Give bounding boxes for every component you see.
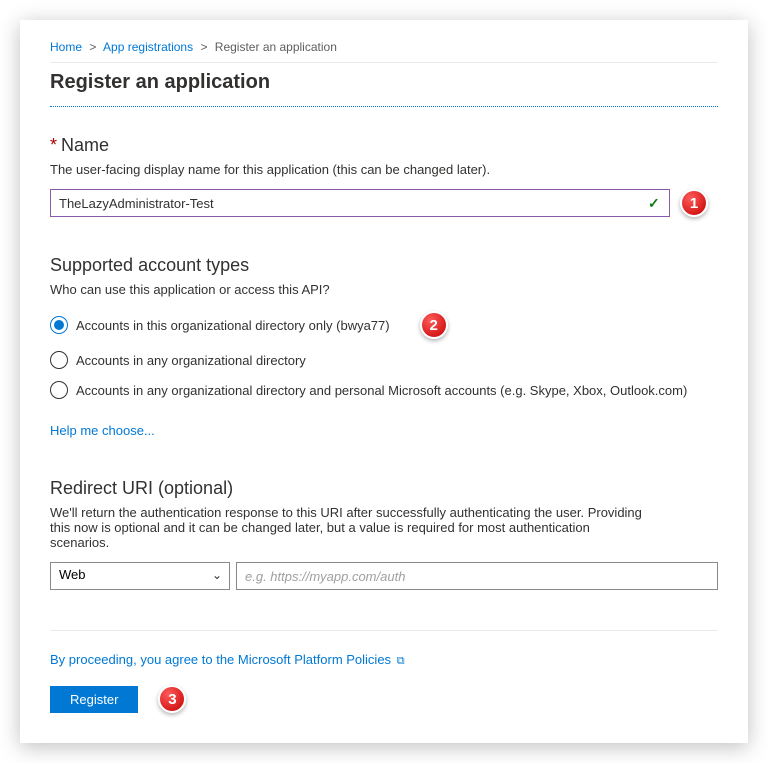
account-types-title: Supported account types — [50, 255, 718, 276]
external-link-icon: ⧉ — [397, 655, 405, 667]
breadcrumb: Home > App registrations > Register an a… — [50, 40, 718, 62]
breadcrumb-current: Register an application — [215, 40, 337, 54]
redirect-uri-section: Redirect URI (optional) We'll return the… — [50, 478, 718, 590]
callout-badge-1: 1 — [680, 189, 708, 217]
radio-icon — [50, 351, 68, 369]
divider — [50, 106, 718, 107]
page-container: Home > App registrations > Register an a… — [20, 20, 748, 743]
chevron-right-icon: > — [89, 40, 96, 54]
callout-badge-2: 2 — [420, 311, 448, 339]
breadcrumb-home[interactable]: Home — [50, 40, 82, 54]
required-star-icon: * — [50, 135, 57, 155]
name-section: *Name The user-facing display name for t… — [50, 135, 718, 217]
radio-icon — [50, 381, 68, 399]
redirect-uri-title: Redirect URI (optional) — [50, 478, 718, 499]
redirect-type-select[interactable]: Web — [50, 562, 230, 590]
radio-option-any-org[interactable]: Accounts in any organizational directory — [50, 351, 718, 369]
radio-label: Accounts in any organizational directory — [76, 353, 306, 368]
chevron-right-icon: > — [200, 40, 207, 54]
radio-option-org-only[interactable]: Accounts in this organizational director… — [50, 311, 718, 339]
platform-policies-link[interactable]: By proceeding, you agree to the Microsof… — [50, 652, 405, 667]
name-helper: The user-facing display name for this ap… — [50, 162, 718, 177]
redirect-uri-helper: We'll return the authentication response… — [50, 505, 650, 550]
help-me-choose-link[interactable]: Help me choose... — [50, 423, 155, 438]
name-input[interactable] — [50, 189, 670, 217]
redirect-uri-input[interactable] — [236, 562, 718, 590]
register-button[interactable]: Register — [50, 686, 138, 713]
name-label: *Name — [50, 135, 718, 156]
page-title: Register an application — [50, 62, 718, 106]
radio-option-any-org-personal[interactable]: Accounts in any organizational directory… — [50, 381, 718, 399]
radio-icon — [50, 316, 68, 334]
bottom-bar: By proceeding, you agree to the Microsof… — [50, 630, 718, 713]
breadcrumb-app-registrations[interactable]: App registrations — [103, 40, 193, 54]
radio-label: Accounts in any organizational directory… — [76, 383, 687, 398]
radio-label: Accounts in this organizational director… — [76, 318, 390, 333]
account-types-section: Supported account types Who can use this… — [50, 255, 718, 440]
checkmark-icon: ✓ — [648, 195, 660, 212]
account-types-helper: Who can use this application or access t… — [50, 282, 718, 297]
